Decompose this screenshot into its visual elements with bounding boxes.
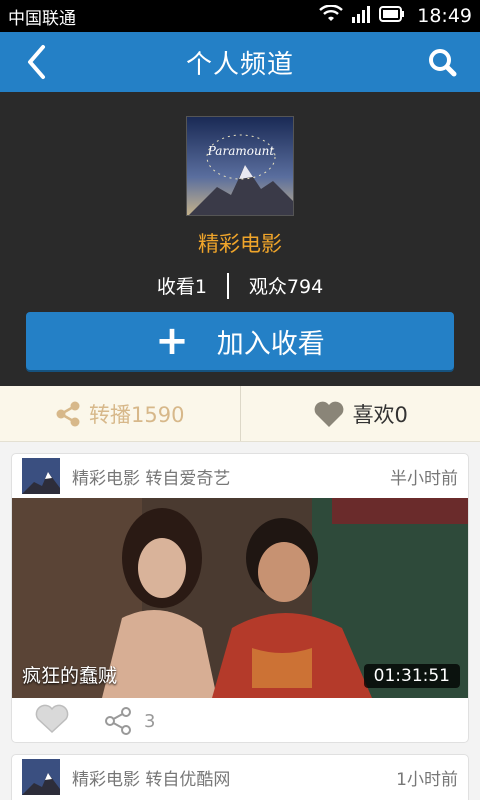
feed-card[interactable]: 精彩电影 转自优酷网 1小时前 bbox=[11, 754, 469, 800]
heart-outline-icon bbox=[35, 704, 69, 734]
video-title: 疯狂的蠢贼 bbox=[22, 665, 118, 687]
following-count[interactable]: 收看1 bbox=[157, 272, 207, 299]
page-title: 个人频道 bbox=[185, 49, 294, 80]
card-time: 半小时前 bbox=[390, 468, 458, 489]
heart-icon bbox=[314, 401, 343, 427]
card-share-button[interactable]: 3 bbox=[104, 707, 155, 735]
video-thumbnail[interactable]: 疯狂的蠢贼 01:31:51 bbox=[12, 498, 468, 698]
card-time: 1小时前 bbox=[396, 769, 458, 790]
channel-avatar: Paramount bbox=[186, 116, 294, 216]
card-footer: 3 bbox=[12, 698, 468, 742]
like-label: 喜欢0 bbox=[352, 402, 408, 427]
card-avatar[interactable] bbox=[22, 759, 60, 795]
share-icon bbox=[56, 401, 80, 426]
signal-icon bbox=[351, 5, 371, 28]
card-header: 精彩电影 转自爱奇艺 半小时前 bbox=[12, 454, 468, 498]
svg-text:Paramount: Paramount bbox=[207, 144, 275, 158]
card-like-button[interactable] bbox=[34, 704, 70, 738]
follow-button[interactable]: + 加入收看 bbox=[26, 312, 454, 370]
card-header: 精彩电影 转自优酷网 1小时前 bbox=[12, 755, 468, 799]
channel-name: 精彩电影 bbox=[198, 232, 282, 256]
search-button[interactable] bbox=[424, 44, 460, 80]
share-outline-icon bbox=[105, 707, 131, 735]
share-button[interactable]: 转播1590 bbox=[0, 386, 240, 441]
video-duration: 01:31:51 bbox=[363, 664, 460, 688]
app-header: 个人频道 bbox=[0, 32, 480, 92]
status-bar: 中国联通 18:49 bbox=[0, 0, 480, 32]
card-avatar[interactable] bbox=[22, 458, 60, 494]
channel-actions: 转播1590 喜欢0 bbox=[0, 386, 480, 442]
stats-divider bbox=[226, 272, 229, 299]
wifi-icon bbox=[319, 3, 344, 28]
feed-card[interactable]: 精彩电影 转自爱奇艺 半小时前 疯狂的蠢贼 01:31:51 3 bbox=[11, 453, 469, 743]
follow-button-label: 加入收看 bbox=[216, 328, 325, 360]
back-button[interactable] bbox=[18, 42, 54, 82]
card-share-count: 3 bbox=[144, 710, 156, 732]
card-source: 精彩电影 转自爱奇艺 bbox=[72, 468, 231, 489]
like-button[interactable]: 喜欢0 bbox=[239, 386, 480, 441]
share-label: 转播1590 bbox=[89, 402, 185, 427]
chevron-left-icon bbox=[28, 45, 45, 79]
channel-stats: 收看1 观众794 bbox=[0, 272, 480, 299]
plus-icon: + bbox=[155, 318, 189, 364]
clock: 18:49 bbox=[417, 5, 472, 27]
search-icon bbox=[429, 49, 457, 77]
audience-count[interactable]: 观众794 bbox=[249, 272, 323, 299]
channel-profile: Paramount 精彩电影 收看1 观众794 + 加入收看 bbox=[0, 92, 480, 386]
card-source: 精彩电影 转自优酷网 bbox=[72, 769, 231, 790]
battery-icon bbox=[379, 5, 405, 27]
carrier-label: 中国联通 bbox=[8, 8, 76, 29]
